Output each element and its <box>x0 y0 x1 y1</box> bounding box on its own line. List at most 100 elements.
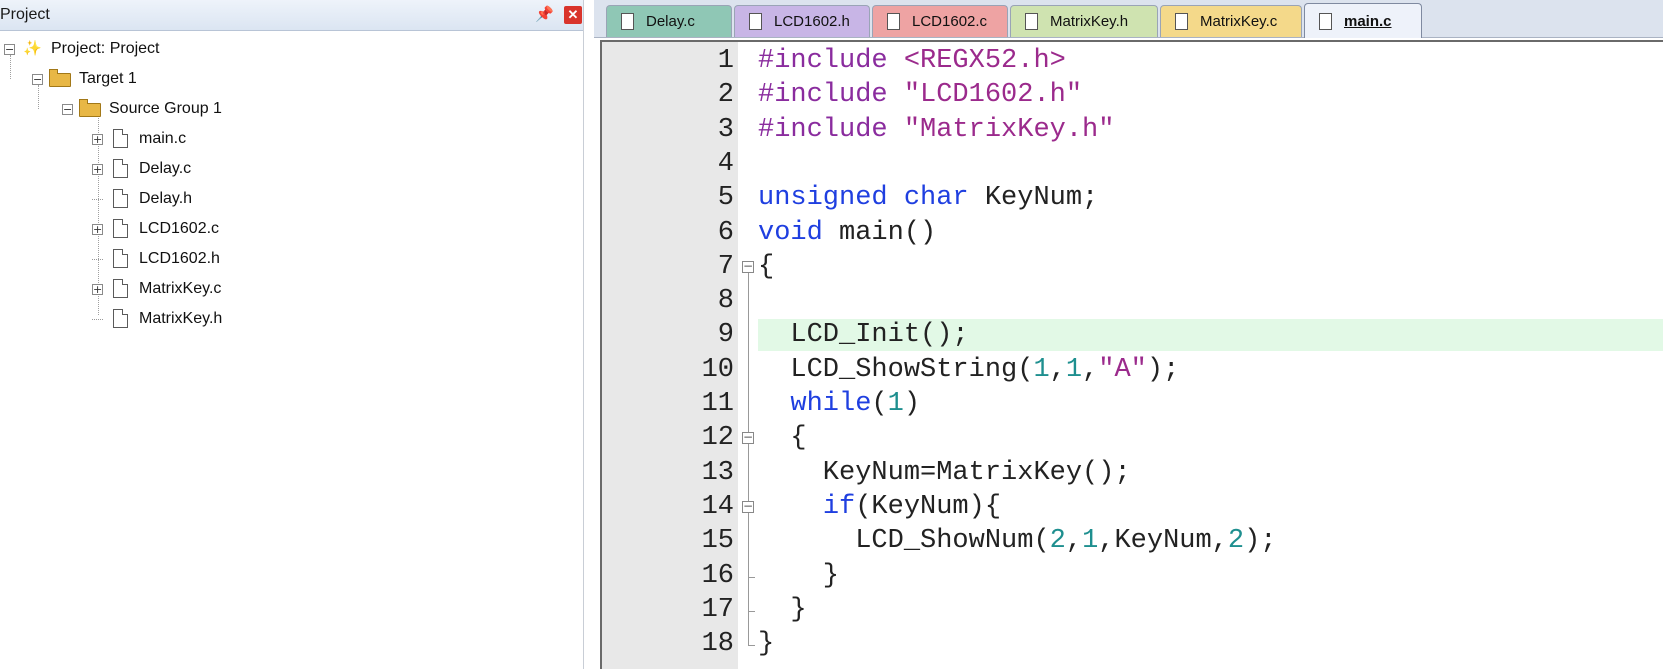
file-icon <box>1175 13 1188 30</box>
code-line[interactable]: void main() <box>758 216 936 250</box>
code-token: } <box>758 560 840 591</box>
tree-file-lcd1602-h[interactable]: LCD1602.h <box>92 246 220 272</box>
tree-item-project[interactable]: − ✨ Project: Project <box>4 36 159 62</box>
tab-label: Delay.c <box>646 13 695 30</box>
expand-icon[interactable]: + <box>92 223 103 235</box>
line-number: 15 <box>701 526 734 557</box>
code-token: "LCD1602.h" <box>903 80 1083 111</box>
tree-item-label: Project: Project <box>51 40 160 57</box>
tree-file-matrixkey-c[interactable]: + MatrixKey.c <box>92 276 221 302</box>
line-number: 17 <box>701 594 734 625</box>
code-token: #include <box>758 114 904 145</box>
tab-lcd1602-h[interactable]: LCD1602.h <box>734 5 870 37</box>
code-token: 1 <box>1065 354 1083 385</box>
code-line[interactable]: KeyNum=MatrixKey(); <box>758 456 1131 490</box>
code-text-area[interactable]: #include <REGX52.h> #include "LCD1602.h" #… <box>758 42 1663 669</box>
tab-delay-c[interactable]: Delay.c <box>606 5 732 37</box>
expand-icon[interactable]: + <box>92 133 103 145</box>
code-line[interactable]: LCD_ShowNum(2,1,KeyNum,2); <box>758 524 1277 558</box>
tree-item-target[interactable]: − Target 1 <box>32 66 137 92</box>
code-line[interactable]: if(KeyNum){ <box>758 490 1001 524</box>
code-line[interactable]: #include "MatrixKey.h" <box>758 113 1114 147</box>
line-number: 8 <box>717 286 734 317</box>
tree-file-delay-c[interactable]: + Delay.c <box>92 156 191 182</box>
tree-connector <box>92 318 103 330</box>
tree-file-label: LCD1602.h <box>139 250 220 267</box>
line-number: 9 <box>717 320 734 351</box>
fold-collapse-icon[interactable]: − <box>742 500 754 513</box>
code-token: LCD_Init(); <box>758 320 969 351</box>
tree-file-label: MatrixKey.c <box>139 280 222 297</box>
expand-icon[interactable]: + <box>92 163 103 175</box>
tree-file-label: main.c <box>139 130 187 147</box>
file-icon <box>109 309 131 329</box>
tree-file-main-c[interactable]: + main.c <box>92 126 186 152</box>
file-icon <box>749 13 762 30</box>
tree-file-label: Delay.c <box>139 160 192 177</box>
code-token: <REGX52.h> <box>903 46 1066 76</box>
code-token: } <box>758 629 775 660</box>
line-number: 3 <box>717 114 734 145</box>
code-line[interactable]: } <box>758 593 807 627</box>
collapse-icon[interactable]: − <box>32 73 43 85</box>
tree-connector <box>92 198 103 210</box>
code-token: KeyNum=MatrixKey(); <box>758 457 1131 488</box>
file-icon <box>1319 12 1332 30</box>
tab-matrixkey-c[interactable]: MatrixKey.c <box>1160 5 1302 37</box>
fold-collapse-icon[interactable]: − <box>742 431 754 445</box>
code-token: , <box>1065 526 1083 557</box>
code-line[interactable]: } <box>758 627 774 661</box>
expand-icon[interactable]: + <box>92 283 103 295</box>
tab-lcd1602-c[interactable]: LCD1602.c <box>872 5 1008 37</box>
project-panel: Project 📌 ✕ − ✨ Project: Project − Targe… <box>0 0 584 669</box>
project-icon: ✨ <box>23 40 42 57</box>
code-line[interactable]: { <box>758 250 774 284</box>
close-icon[interactable]: ✕ <box>564 6 582 24</box>
code-line[interactable]: while(1) <box>758 387 920 421</box>
fold-margin: − − − <box>738 42 758 669</box>
code-token: #include <box>758 80 904 111</box>
tree-file-matrixkey-h[interactable]: MatrixKey.h <box>92 306 222 332</box>
code-token: ); <box>1244 526 1277 557</box>
project-panel-header: Project 📌 ✕ <box>0 0 583 31</box>
tree-file-delay-h[interactable]: Delay.h <box>92 186 192 212</box>
line-number: 1 <box>717 46 734 76</box>
fold-end-marker <box>748 568 755 578</box>
code-token: } <box>758 594 807 625</box>
pin-icon[interactable]: 📌 <box>535 5 554 25</box>
code-token: LCD_ShowNum( <box>758 526 1050 557</box>
file-icon <box>109 219 131 239</box>
fold-end-marker <box>748 602 755 612</box>
line-number: 11 <box>701 389 734 419</box>
code-line[interactable]: { <box>758 421 806 455</box>
tree-file-lcd1602-c[interactable]: + LCD1602.c <box>92 216 219 242</box>
line-number: 14 <box>701 491 734 522</box>
code-editor: Delay.c LCD1602.h LCD1602.c MatrixKey.h Matr… <box>594 0 1663 669</box>
code-token: { <box>758 251 775 282</box>
code-view[interactable]: 1 2 3 4 5 6 7 8 9 10 11 12 13 14 15 16 17 18 − − − #include… <box>600 40 1663 669</box>
code-line[interactable]: } <box>758 559 839 593</box>
code-token: 1 <box>887 389 904 419</box>
collapse-icon[interactable]: − <box>4 43 15 55</box>
tab-label: LCD1602.c <box>912 13 988 30</box>
code-line[interactable]: LCD_ShowString(1,1,"A"); <box>758 353 1179 387</box>
line-number: 5 <box>717 183 734 214</box>
collapse-icon[interactable]: − <box>62 103 73 115</box>
tab-main-c[interactable]: main.c <box>1304 3 1422 38</box>
code-line[interactable]: unsigned char KeyNum; <box>758 181 1098 215</box>
folder-open-icon <box>79 99 101 119</box>
code-token: , <box>1082 354 1099 385</box>
code-token: 2 <box>1049 526 1066 557</box>
tab-matrixkey-h[interactable]: MatrixKey.h <box>1010 5 1158 37</box>
tree-item-source-group[interactable]: − Source Group 1 <box>62 96 222 122</box>
tree-connector <box>92 258 103 270</box>
code-line[interactable]: #include <REGX52.h> <box>758 44 1066 78</box>
code-line[interactable]: LCD_Init(); <box>758 318 969 352</box>
code-token: while <box>790 389 872 419</box>
code-line[interactable]: #include "LCD1602.h" <box>758 78 1082 112</box>
fold-collapse-icon[interactable]: − <box>742 260 754 273</box>
file-icon <box>109 279 131 299</box>
